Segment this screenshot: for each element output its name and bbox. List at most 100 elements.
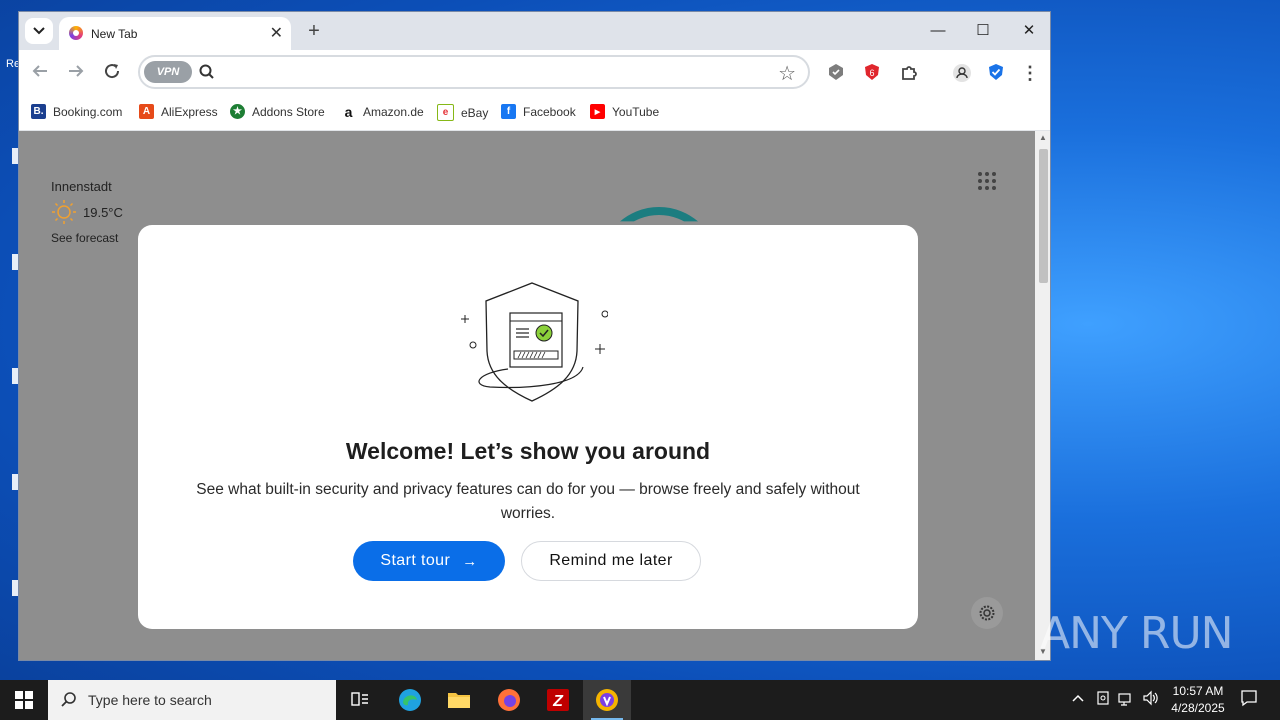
back-button[interactable] [28,62,52,86]
bookmark-star-icon[interactable]: ☆ [778,61,796,86]
facebook-icon: f [501,104,516,119]
taskbar-firefox[interactable] [485,680,533,720]
arrow-left-icon [32,65,47,77]
volume-icon[interactable] [1142,690,1160,709]
dialog-description: See what built-in security and privacy f… [196,481,860,522]
ebay-icon: e [437,104,454,121]
minimize-button[interactable]: — [923,18,953,44]
shield-illustration [461,282,608,402]
edge-icon [399,689,421,711]
menu-kebab-icon[interactable]: ⋮ [1020,63,1040,83]
scrollbar-thumb[interactable] [1039,149,1048,283]
weather-city: Innenstadt [51,179,112,194]
notification-icon[interactable] [1240,689,1258,710]
folder-icon [448,693,470,708]
search-icon [199,64,214,79]
bookmarks-bar: B. Booking.com A AliExpress ★ Addons Sto… [19,96,1050,131]
bookmark-label: Booking.com [53,104,123,119]
weather-temperature: 19.5°C [83,205,123,220]
gear-icon [979,605,995,621]
taskbar-search-box[interactable]: Type here to search [48,680,336,720]
taskbar-file-explorer[interactable] [435,680,483,720]
sun-icon [52,200,76,224]
bookmark-ebay[interactable]: e eBay [437,104,488,121]
amazon-icon: a [341,104,356,120]
adblock-icon[interactable]: 6 [862,63,882,83]
bookmark-label: eBay [461,105,489,120]
bookmark-label: Addons Store [252,104,325,119]
taskbar-edge[interactable] [386,680,434,720]
tab-new-tab[interactable]: New Tab ✕ [59,17,291,50]
search-icon [61,692,76,707]
page-scrollbar[interactable]: ▲ ▼ [1035,131,1050,660]
bookmark-label: AliExpress [161,104,218,119]
reload-button[interactable] [100,62,124,86]
youtube-icon: ▶ [590,104,605,119]
profile-avatar-icon[interactable] [952,63,972,83]
tab-title: New Tab [91,27,138,41]
svg-text:6: 6 [869,68,874,78]
forward-button[interactable] [64,62,88,86]
desktop-icon[interactable] [0,346,20,386]
addons-icon: ★ [230,104,245,119]
bookmark-booking[interactable]: B. Booking.com [31,104,122,119]
reload-icon [105,64,120,79]
arrow-right-icon [69,65,84,77]
bookmark-label: YouTube [612,104,660,119]
bookmark-youtube[interactable]: ▶ YouTube [590,104,659,119]
desktop-icon[interactable] [0,452,20,492]
maximize-button[interactable]: ☐ [968,18,998,44]
bookmark-facebook[interactable]: f Facebook [501,104,576,119]
extensions-puzzle-icon[interactable] [899,63,919,83]
welcome-dialog: Welcome! Let’s show you around See what … [138,225,918,629]
taskbar: Type here to search Z 10:57 AM 4/28/2025 [0,680,1280,720]
start-tour-label: Start tour [380,552,451,569]
task-view-button[interactable] [336,680,384,720]
vpn-badge[interactable]: VPN [144,61,192,83]
scroll-up-icon[interactable]: ▲ [1039,133,1047,142]
customize-page-button[interactable] [971,597,1003,629]
bookmark-label: Amazon.de [363,104,424,119]
new-tab-page: Innenstadt 19.5°C See forecast Welcome! … [19,131,1035,660]
windows-logo-icon [15,691,33,709]
watermark: ANY RUN [1040,608,1234,659]
bookmark-amazon[interactable]: a Amazon.de [341,104,424,120]
bookmark-addons-store[interactable]: ★ Addons Store [230,104,325,119]
dialog-title: Welcome! Let’s show you around [345,438,711,464]
close-window-button[interactable]: ✕ [1014,18,1044,44]
bookmark-aliexpress[interactable]: A AliExpress [139,104,218,119]
browser-logo-icon [69,26,83,40]
taskbar-browser[interactable] [583,680,631,720]
remind-me-later-button[interactable]: Remind me later [521,541,701,581]
show-hidden-icons-chevron-icon[interactable] [1072,690,1084,705]
taskbar-filezilla[interactable]: Z [534,680,582,720]
task-view-icon [351,692,368,706]
arrow-right-icon: → [462,552,478,570]
firefox-icon [498,689,520,711]
extension-shield-icon[interactable] [826,63,846,83]
taskbar-search-placeholder: Type here to search [88,692,212,708]
clock-time: 10:57 AM [1172,684,1224,698]
start-button[interactable] [0,680,48,720]
desktop-icon[interactable] [0,570,20,610]
tab-strip: New Tab ✕ + — ☐ ✕ [19,12,1050,50]
svg-text:Z: Z [552,693,564,710]
tab-search-dropdown[interactable] [25,18,53,44]
start-tour-button[interactable]: Start tour → [353,541,505,581]
desktop-icon[interactable] [0,228,20,270]
aliexpress-icon: A [139,104,154,119]
see-forecast-link[interactable]: See forecast [51,231,118,245]
remote-desktop-icon[interactable] [1096,690,1110,709]
security-shield-icon[interactable] [986,63,1006,83]
booking-icon: B. [31,104,46,119]
clock-date: 4/28/2025 [1171,701,1225,715]
system-clock[interactable]: 10:57 AM 4/28/2025 [1160,683,1236,717]
address-bar[interactable]: VPN ☆ [138,55,810,89]
close-tab-icon[interactable]: ✕ [270,23,283,43]
toolbar: VPN ☆ 6 ⋮ [19,50,1050,96]
apps-grid-icon[interactable] [977,171,997,191]
new-tab-button[interactable]: + [301,18,327,44]
network-icon[interactable] [1118,690,1136,709]
desktop-icon[interactable] [0,140,20,180]
browser-window: New Tab ✕ + — ☐ ✕ VPN ☆ 6 ⋮ B. Booking.c… [18,11,1051,661]
